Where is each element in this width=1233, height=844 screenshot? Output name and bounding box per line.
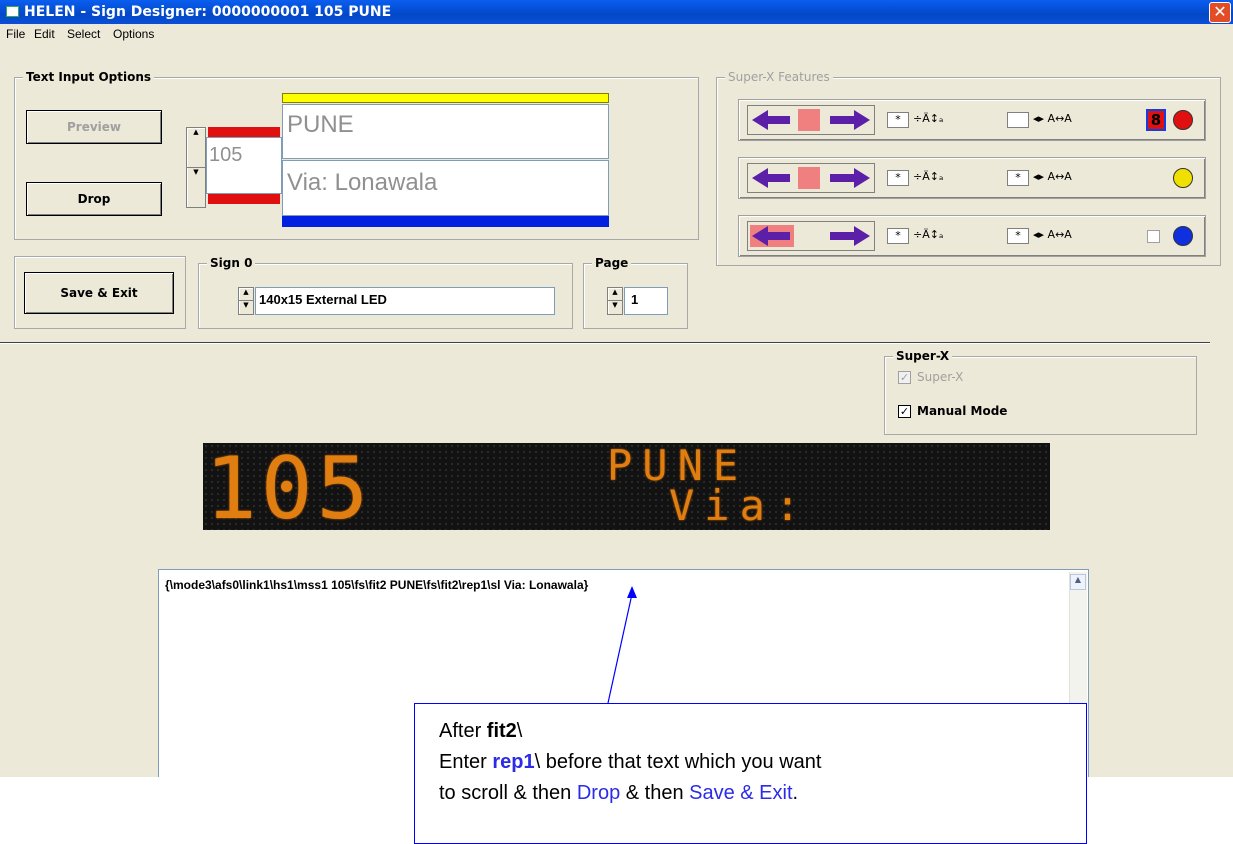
callout-line-1: After fit2\ [439, 720, 523, 742]
instruction-callout: After fit2\ Enter rep1\ before that text… [414, 703, 1087, 844]
callout-line-3: to scroll & then Drop & then Save & Exit… [439, 782, 799, 804]
callout-line-2: Enter rep1\ before that text which you w… [439, 751, 822, 773]
